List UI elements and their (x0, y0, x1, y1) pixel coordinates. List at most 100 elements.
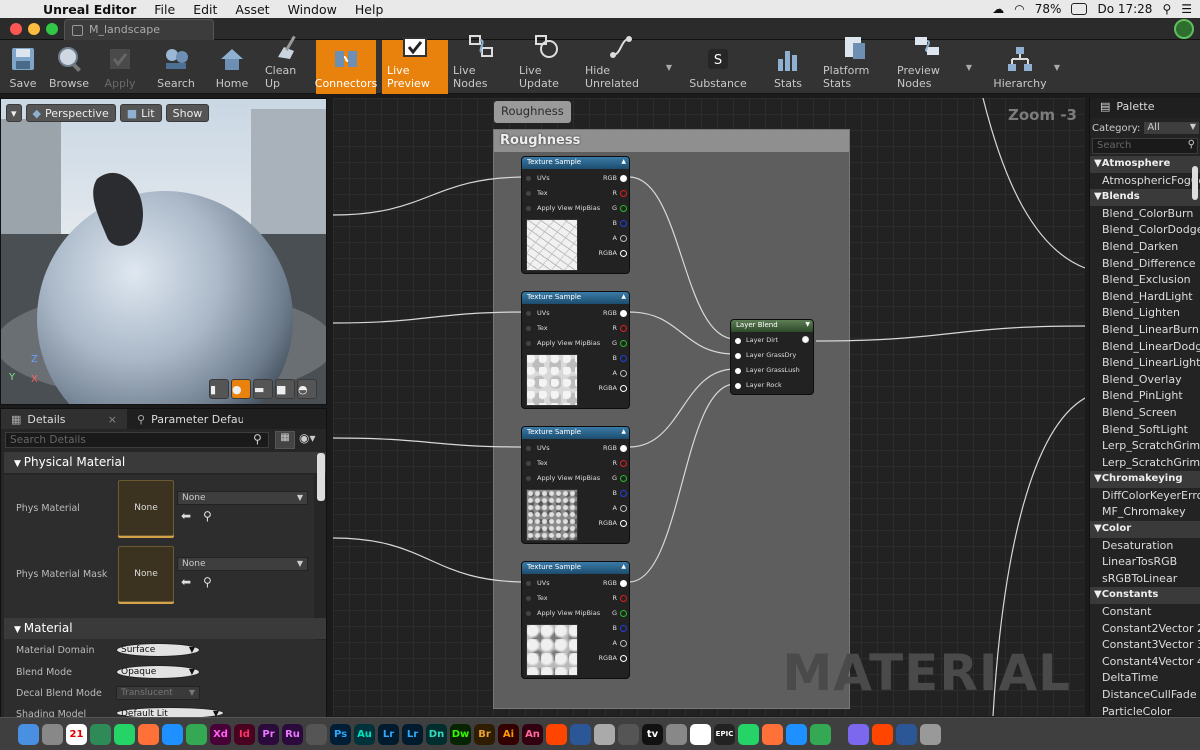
output-pin-rgba[interactable] (620, 520, 627, 527)
use-selected-arrow-icon[interactable]: ⬅ (181, 509, 191, 523)
palette-category[interactable]: ▼Constants (1090, 587, 1200, 605)
dock-app-epic-games[interactable]: EPIC (714, 723, 735, 745)
menu-edit[interactable]: Edit (184, 2, 226, 17)
dock-app-creative-cloud[interactable] (810, 723, 831, 745)
dock-app-ps[interactable]: Ps (330, 723, 351, 745)
close-tab-icon[interactable]: × (108, 413, 117, 426)
dock-app-visual-studio[interactable] (306, 723, 327, 745)
eye-visibility-icon[interactable]: ◉▾ (299, 431, 316, 445)
section-material[interactable]: ▼ Material (4, 618, 326, 639)
tab-details[interactable]: ▦ Details × (1, 409, 127, 429)
palette-item[interactable]: DeltaTime (1090, 670, 1200, 687)
cloud-icon[interactable]: ☁ (992, 2, 1004, 16)
palette-item[interactable]: AtmosphericFogColor (1090, 173, 1200, 190)
dock-app-downloads[interactable] (896, 723, 917, 745)
live-nodes-button[interactable]: Live Nodes (448, 35, 514, 94)
palette-search-icon[interactable]: ⚲ (1188, 139, 1195, 150)
palette-item[interactable]: Desaturation (1090, 538, 1200, 555)
search-details-input[interactable]: Search Details (5, 432, 269, 448)
zoom-window-button[interactable] (46, 23, 58, 35)
layer-input-pin[interactable] (735, 383, 741, 389)
layer-input-pin[interactable] (735, 368, 741, 374)
dock-app-launchpad[interactable] (42, 723, 63, 745)
hierarchy-dropdown-arrow[interactable]: ▼ (1050, 40, 1064, 94)
texture-sample-node-1[interactable]: Texture SampleUVsTexApply View MipBiasRG… (521, 156, 630, 274)
palette-item[interactable]: DiffColorKeyerErrors (1090, 488, 1200, 505)
app-menu[interactable]: Unreal Editor (34, 2, 145, 17)
sphere-shape-icon[interactable]: ● (231, 379, 251, 399)
palette-item[interactable]: DistanceCullFade (1090, 687, 1200, 704)
output-pin-rgba[interactable] (620, 250, 627, 257)
palette-category[interactable]: ▼Atmosphere (1090, 156, 1200, 173)
viewport-options-button[interactable]: ▾ (6, 104, 22, 122)
palette-item[interactable]: Blend_Exclusion (1090, 272, 1200, 289)
dock-app-firefox[interactable] (138, 723, 159, 745)
output-pin-g[interactable] (620, 475, 627, 482)
live-update-button[interactable]: Live Update (514, 35, 580, 94)
dock-app-lr[interactable]: Lr (402, 723, 423, 745)
dock-app-unreal[interactable] (690, 723, 711, 745)
output-pin-rgb[interactable] (620, 580, 627, 587)
connectors-button[interactable]: Connectors (315, 40, 377, 94)
hide-unrelated-button[interactable]: Hide Unrelated (580, 36, 662, 94)
dock-app-id[interactable]: Id (234, 723, 255, 745)
dock-app-ru[interactable]: Ru (282, 723, 303, 745)
output-pin-rgb[interactable] (620, 310, 627, 317)
output-pin-b[interactable] (620, 490, 627, 497)
section-physical-material[interactable]: ▼ Physical Material (4, 452, 326, 473)
hierarchy-button[interactable]: Hierarchy (990, 40, 1050, 94)
palette-search-input[interactable]: Search ⚲ (1092, 138, 1198, 154)
output-pin-rgba[interactable] (620, 655, 627, 662)
save-button[interactable]: Save (0, 40, 46, 94)
dock-app-chrome[interactable] (186, 723, 207, 745)
material-domain-combo[interactable]: Surface ▼ (116, 643, 200, 657)
unreal-status-icon[interactable] (1174, 19, 1194, 39)
palette-item[interactable]: MF_Chromakey (1090, 504, 1200, 521)
search-button[interactable]: Search (148, 40, 204, 94)
palette-category[interactable]: ▼Blends (1090, 189, 1200, 206)
menu-list-icon[interactable]: ☰ (1181, 2, 1192, 16)
hide-unrelated-dropdown-arrow[interactable]: ▼ (662, 40, 676, 94)
dock-app-music[interactable] (666, 723, 687, 745)
decal-blend-mode-combo[interactable]: Translucent ▼ (116, 686, 200, 700)
palette-item[interactable]: Blend_LinearDodge (1090, 339, 1200, 356)
show-button[interactable]: Show (165, 104, 210, 122)
output-pin-g[interactable] (620, 205, 627, 212)
output-pin-r[interactable] (620, 190, 627, 197)
palette-item[interactable]: Constant (1090, 604, 1200, 621)
plane-shape-icon[interactable]: ▬ (253, 379, 273, 399)
palette-item[interactable]: Blend_SoftLight (1090, 422, 1200, 439)
cylinder-shape-icon[interactable]: ▮ (209, 379, 229, 399)
battery-icon[interactable] (1071, 3, 1088, 15)
texture-sample-node-4[interactable]: Texture SampleUVsTexApply View MipBiasRG… (521, 561, 630, 679)
output-pin-b[interactable] (620, 355, 627, 362)
close-window-button[interactable] (10, 23, 22, 35)
dock-app-activity-monitor[interactable] (90, 723, 111, 745)
phys-mask-combo[interactable]: None ▼ (177, 557, 308, 571)
layer-blend-node[interactable]: Layer Blend Layer Dirt Layer GrassDry Laye… (730, 319, 814, 395)
menu-help[interactable]: Help (346, 2, 393, 17)
palette-item[interactable]: Blend_HardLight (1090, 289, 1200, 306)
output-pin-rgb[interactable] (620, 445, 627, 452)
clean-up-button[interactable]: Clean Up (260, 35, 316, 94)
output-pin-r[interactable] (620, 595, 627, 602)
palette-category[interactable]: ▼Color (1090, 521, 1200, 538)
dock-app-tv[interactable]: tv (642, 723, 663, 745)
spotlight-icon[interactable]: ⚲ (1162, 2, 1171, 16)
menu-file[interactable]: File (145, 2, 184, 17)
layer-input-pin[interactable] (735, 338, 741, 344)
dock-app-finder[interactable] (18, 723, 39, 745)
preview-nodes-dropdown-arrow[interactable]: ▼ (962, 40, 976, 94)
palette-item[interactable]: sRGBToLinear (1090, 571, 1200, 588)
apply-button[interactable]: Apply (92, 40, 148, 94)
palette-item[interactable]: Blend_Difference (1090, 256, 1200, 273)
substance-button[interactable]: S Substance (684, 40, 752, 94)
palette-item[interactable]: Blend_Darken (1090, 239, 1200, 256)
dock-app-unreal-2[interactable] (786, 723, 807, 745)
cube-shape-icon[interactable]: ■ (275, 379, 295, 399)
document-tab[interactable]: M_landscape (64, 19, 214, 40)
browse-asset-icon[interactable]: ⚲ (203, 509, 212, 523)
output-pin-b[interactable] (620, 220, 627, 227)
output-pin-g[interactable] (620, 340, 627, 347)
phys-mask-thumbnail[interactable]: None (118, 546, 174, 602)
